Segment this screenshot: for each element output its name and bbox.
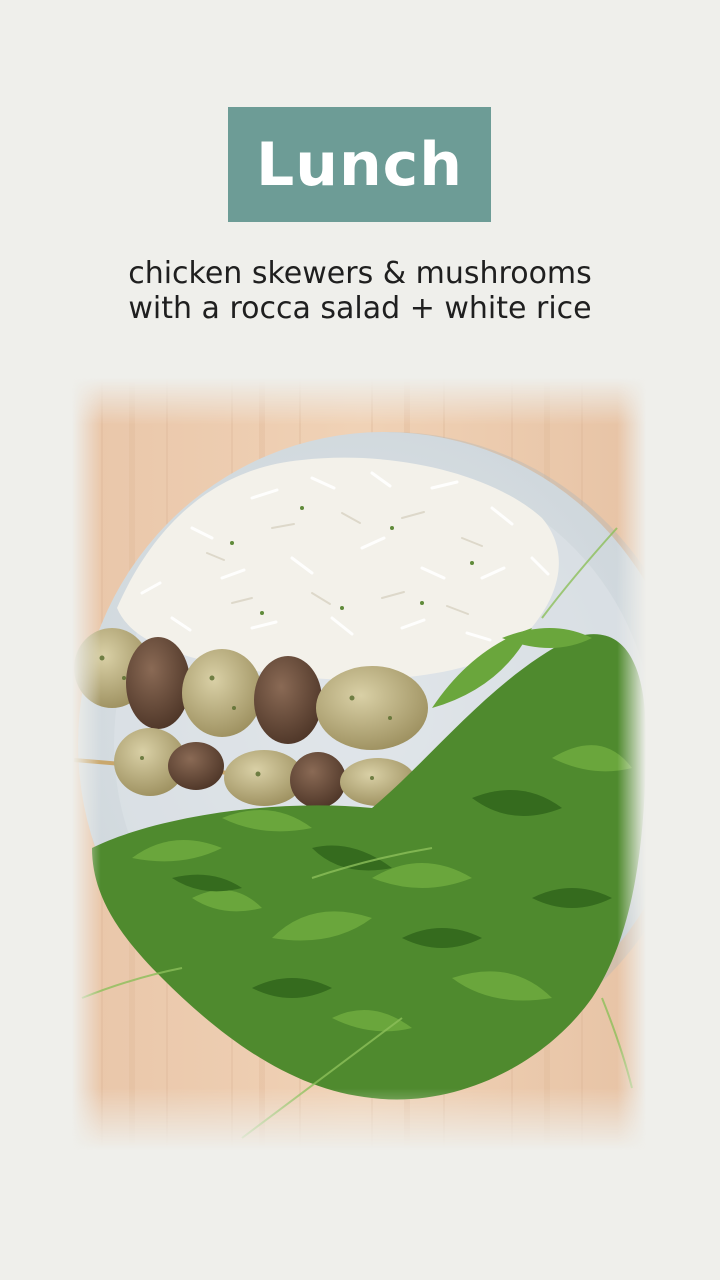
meal-description-line-2: with a rocca salad + white rice <box>128 291 592 326</box>
meal-title: Lunch <box>256 129 463 200</box>
meal-photo <box>72 378 646 1150</box>
title-badge: Lunch <box>228 107 491 222</box>
meal-description: chicken skewers & mushrooms with a rocca… <box>20 256 700 326</box>
meal-description-line-1: chicken skewers & mushrooms <box>128 256 592 291</box>
